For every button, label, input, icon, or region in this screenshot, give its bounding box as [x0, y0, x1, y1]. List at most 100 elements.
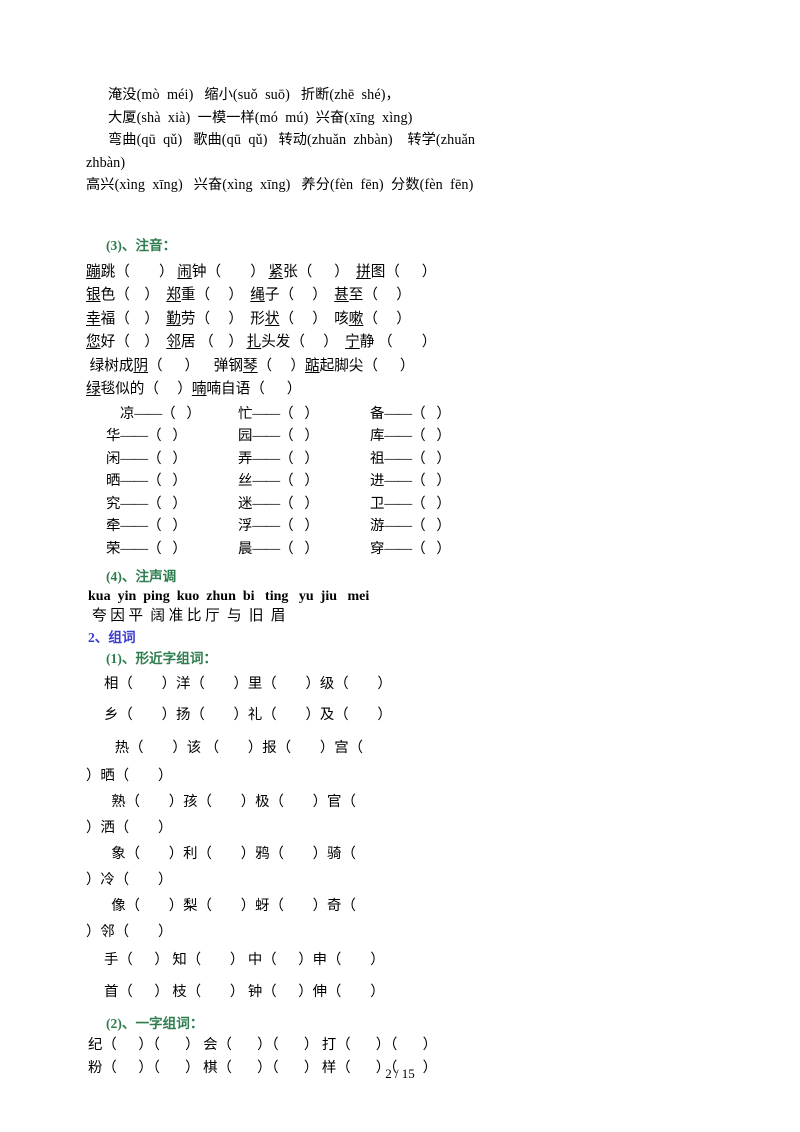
- zhuyin-text: 喃自语（ ）: [206, 381, 302, 397]
- dash-blank: （ ）: [411, 473, 451, 490]
- dash-char: 凉: [120, 405, 135, 422]
- heading-zhuyin: (3)、注音：: [106, 237, 177, 253]
- zhuyin-text: 劳（ ）: [180, 310, 243, 327]
- dash-row: 牵——（ ）浮——（ ）游——（ ）: [86, 515, 714, 538]
- underlined-char: 绿: [86, 381, 101, 397]
- dash-cell: 库——（ ）: [370, 425, 502, 448]
- zhuyin-text: 张（ ）: [283, 263, 349, 280]
- dash-char: 荣: [106, 541, 121, 558]
- dash-grid: 凉——（ ）忙——（ ）备——（ ） 华——（ ）园——（ ）库——（ ） 闲—…: [86, 403, 714, 561]
- dash-line: ——: [384, 473, 412, 490]
- dash-line: ——: [252, 473, 280, 490]
- zuci-row: 手（ ） 知（ ） 中（ ）申（ ）: [104, 951, 385, 968]
- dash-char: 迷: [238, 495, 253, 512]
- dash-cell: 究——（ ）: [106, 493, 238, 516]
- underlined-char: 紧: [268, 263, 284, 280]
- dash-row: 晒——（ ）丝——（ ）进——（ ）: [86, 470, 714, 493]
- zhuyin-text: 弹钢: [199, 357, 243, 374]
- dash-char: 华: [106, 428, 121, 445]
- polyphone-line-3: 弯曲(qū qǔ) 歌曲(qū qǔ) 转动(zhuǎn zhbàn) 转学(z…: [108, 132, 476, 148]
- zuci-row: 乡（ ）扬（ ）礼（ ）及（ ）: [104, 706, 392, 723]
- dash-blank: （ ）: [147, 541, 187, 558]
- zhuyin-text: （ ）: [257, 357, 305, 374]
- dash-cell: 游——（ ）: [370, 515, 502, 538]
- zhuyin-text: 居 （ ）: [180, 334, 243, 350]
- dash-cell: 弄——（ ）: [238, 448, 370, 471]
- dash-blank: （ ）: [411, 518, 451, 535]
- underlined-char: 您: [86, 334, 101, 350]
- zhuyin-text: （ ）: [363, 310, 411, 327]
- dash-blank: （ ）: [411, 450, 451, 467]
- dash-cell: 晨——（ ）: [238, 538, 370, 561]
- dash-line: ——: [384, 518, 412, 535]
- yizi-row: 纪（ ）（ ） 会（ ）（ ） 打（ ）（ ）: [88, 1036, 437, 1053]
- dash-line: ——: [384, 495, 412, 512]
- underlined-char: 状: [264, 310, 280, 327]
- dash-line: ——: [384, 405, 412, 422]
- dash-char: 浮: [238, 518, 253, 535]
- page-content: 淹没(mò méi) 缩小(suǒ suō) 折断(zhē shé)， 大厦(s…: [86, 84, 714, 1080]
- underlined-char: 郑: [166, 287, 181, 303]
- dash-line: ——: [252, 495, 280, 512]
- underlined-char: 踮: [304, 357, 320, 374]
- document-page: 淹没(mò méi) 缩小(suǒ suō) 折断(zhē shé)， 大厦(s…: [0, 0, 800, 1132]
- polyphone-line-1: 淹没(mò méi) 缩小(suǒ suō) 折断(zhē shé)，: [108, 87, 400, 103]
- dash-blank: （ ）: [279, 495, 319, 512]
- zhuyin-text: （ ）: [148, 357, 200, 374]
- dash-char: 丝: [238, 473, 253, 490]
- underlined-char: 勤: [166, 310, 181, 327]
- dash-row: 闲——（ ）弄——（ ）祖——（ ）: [86, 448, 714, 471]
- dash-line: ——: [120, 473, 148, 490]
- zhuyin-text: 起脚尖（ ）: [319, 357, 415, 374]
- dash-row: 华——（ ）园——（ ）库——（ ）: [86, 425, 714, 448]
- dash-line: ——: [252, 428, 280, 445]
- zuci-row-part-a: 热（ ）该 （ ）报（ ）宫（: [104, 739, 364, 756]
- dash-char: 弄: [238, 450, 253, 467]
- zhuyin-row: 蹦跳（ ） 闹钟（ ） 紧张（ ） 拼图（ ）: [86, 261, 714, 285]
- zhuyin-text: 头发（ ）: [261, 334, 338, 350]
- dash-cell: 凉——（ ）: [106, 403, 238, 426]
- zuci-row-part-a: 熟（ ）孩（ ）极（ ）官（: [104, 793, 356, 810]
- dash-blank: （ ）: [411, 405, 451, 422]
- zhuyin-text: 绿树成: [86, 357, 134, 374]
- dash-blank: （ ）: [279, 473, 319, 490]
- zuci-row-part-a: 象（ ）利（ ）鸦（ ）骑（: [104, 845, 356, 862]
- polyphone-line-4: zhbàn): [86, 154, 126, 171]
- dash-line: ——: [252, 541, 280, 558]
- underlined-char: 幸: [86, 310, 101, 327]
- dash-row: 荣——（ ）晨——（ ）穿——（ ）: [86, 538, 714, 561]
- dash-cell: 卫——（ ）: [370, 493, 502, 516]
- underlined-char: 喃: [191, 381, 207, 397]
- underlined-char: 闹: [177, 263, 192, 280]
- underlined-char: 嗽: [348, 310, 364, 327]
- zhuyin-row: 幸福（ ） 勤劳（ ） 形状（ ） 咳嗽（ ）: [86, 308, 714, 332]
- dash-blank: （ ）: [147, 518, 187, 535]
- polyphone-line-5: 高兴(xìng xīng) 兴奋(xìng xīng) 养分(fèn fēn) …: [86, 177, 474, 193]
- dash-char: 穿: [370, 541, 385, 558]
- dash-char: 祖: [370, 450, 385, 467]
- underlined-char: 阴: [133, 357, 149, 374]
- dash-char: 晨: [238, 541, 253, 558]
- dash-line: ——: [252, 450, 280, 467]
- dash-blank: （ ）: [147, 495, 187, 512]
- underlined-char: 扎: [246, 334, 262, 350]
- dash-blank: （ ）: [411, 495, 451, 512]
- underlined-char: 银: [86, 287, 101, 303]
- underlined-char: 拼: [356, 263, 371, 280]
- dash-char: 备: [370, 405, 385, 422]
- dash-char: 忙: [238, 405, 253, 422]
- underlined-char: 邻: [166, 334, 181, 350]
- zuci-row-part-b: ）冷（ ）: [86, 871, 173, 888]
- dash-cell: 备——（ ）: [370, 403, 502, 426]
- dash-char: 究: [106, 495, 121, 512]
- dash-line: ——: [384, 450, 412, 467]
- dash-line: ——: [134, 405, 162, 422]
- underlined-char: 琴: [242, 357, 258, 374]
- zhuyin-text: 福（ ）: [100, 310, 159, 327]
- dash-cell: 牵——（ ）: [106, 515, 238, 538]
- dash-blank: （ ）: [147, 450, 187, 467]
- polyphone-line-2: 大厦(shà xià) 一模一样(mó mú) 兴奋(xīng xìng): [108, 109, 413, 126]
- dash-line: ——: [252, 518, 280, 535]
- dash-cell: 晒——（ ）: [106, 470, 238, 493]
